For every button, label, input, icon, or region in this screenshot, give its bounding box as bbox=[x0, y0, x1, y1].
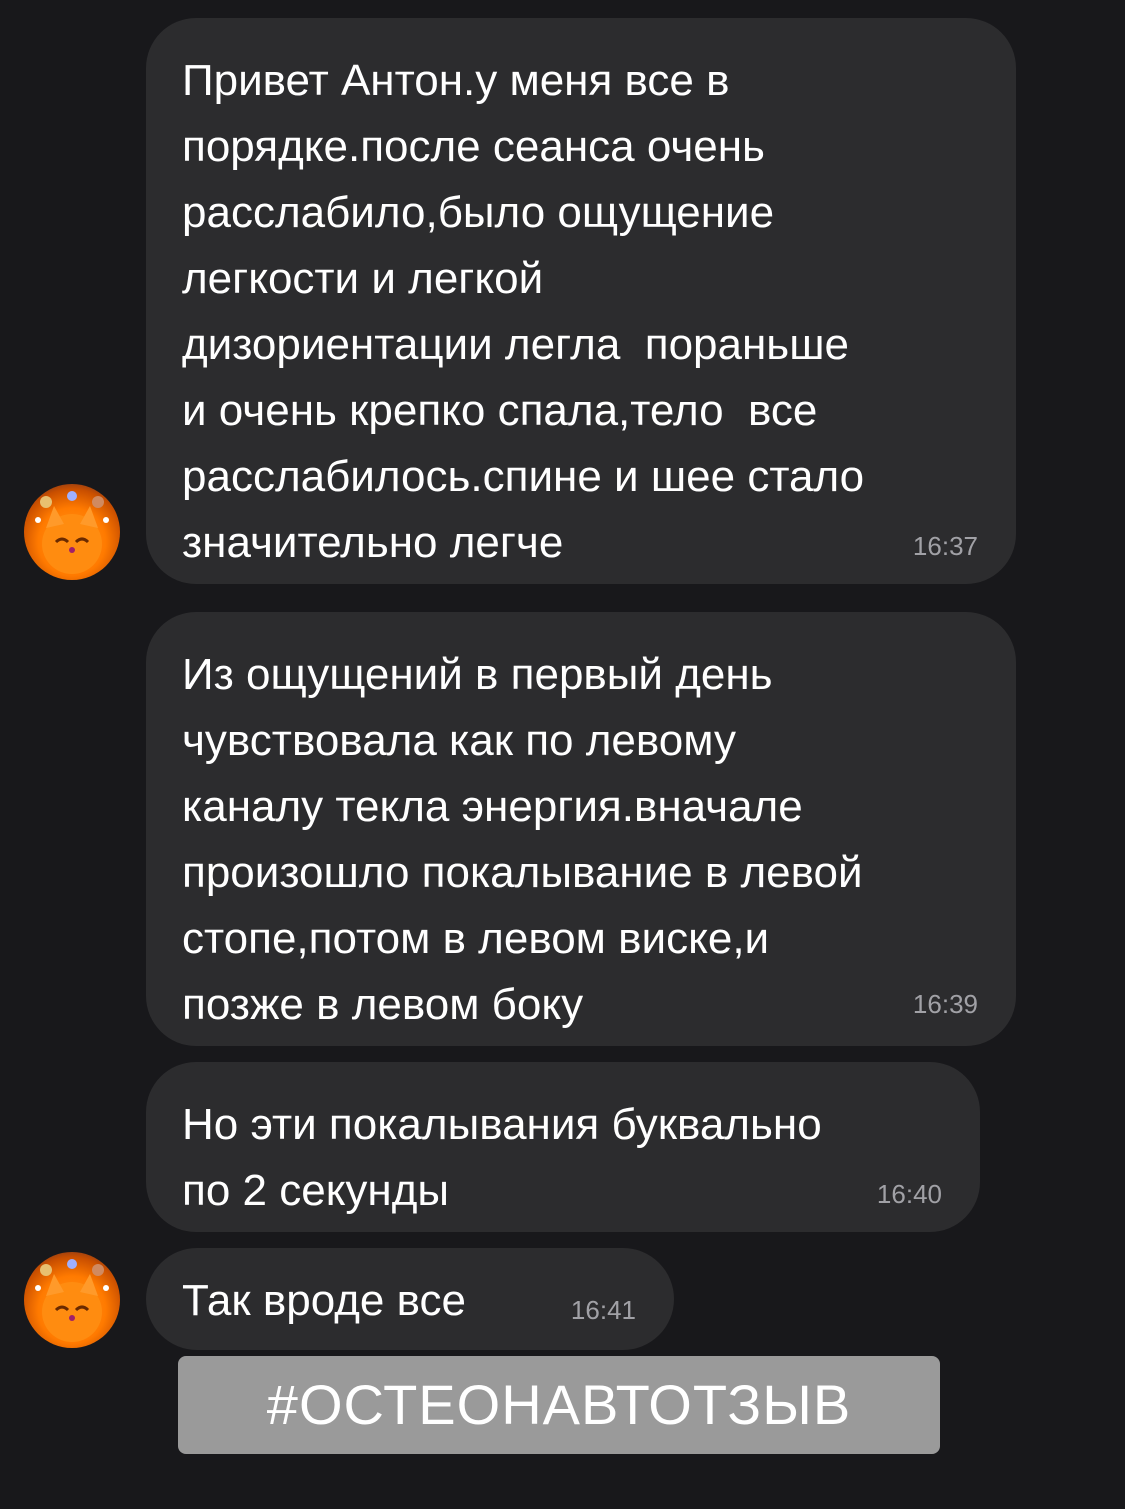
message-bubble[interactable]: Но эти покалывания буквально по 2 секунд… bbox=[146, 1062, 980, 1232]
sender-avatar[interactable] bbox=[24, 1252, 120, 1348]
cat-avatar-icon bbox=[35, 491, 109, 574]
hashtag-label: #ОСТЕОНАВТОТЗЫВ bbox=[178, 1356, 940, 1454]
message-time: 16:39 bbox=[912, 989, 978, 1019]
message-time: 16:37 bbox=[912, 531, 978, 561]
message-text: Привет Антон.у меня все в порядке.после … bbox=[182, 56, 865, 567]
message-text: Из ощущений в первый день чувствовала ка… bbox=[182, 650, 863, 1029]
cat-avatar-icon bbox=[35, 1259, 109, 1342]
message-bubble[interactable]: Так вроде все 16:41 bbox=[146, 1248, 674, 1350]
message-time: 16:40 bbox=[876, 1179, 942, 1209]
message-bubble[interactable]: Привет Антон.у меня все в порядке.после … bbox=[146, 18, 1016, 584]
sender-avatar[interactable] bbox=[24, 484, 120, 580]
message-text: Но эти покалывания буквально по 2 секунд… bbox=[182, 1100, 822, 1215]
message-text: Так вроде все bbox=[182, 1276, 466, 1325]
message-bubble[interactable]: Из ощущений в первый день чувствовала ка… bbox=[146, 612, 1016, 1046]
message-time: 16:41 bbox=[570, 1295, 636, 1325]
